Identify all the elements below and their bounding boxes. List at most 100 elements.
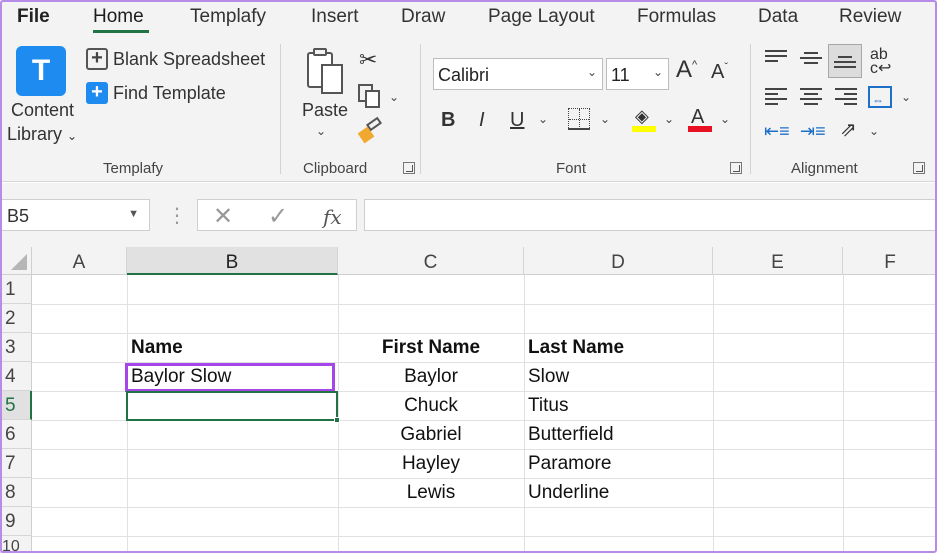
row-header-9[interactable]: 9 bbox=[0, 507, 32, 536]
templafy-group-label: Templafy bbox=[103, 160, 164, 177]
find-template-icon[interactable]: + bbox=[86, 82, 108, 104]
insert-function-icon[interactable]: fx bbox=[323, 205, 342, 229]
content-library-label-2[interactable]: Library ⌄ bbox=[7, 124, 77, 145]
top-align-icon[interactable] bbox=[765, 50, 787, 68]
column-header-e[interactable]: E bbox=[713, 247, 843, 275]
cell-d6[interactable]: Butterfield bbox=[528, 420, 614, 449]
cell-c5[interactable]: Chuck bbox=[338, 391, 524, 420]
blank-spreadsheet-icon[interactable]: + bbox=[86, 48, 108, 70]
grid-line bbox=[524, 275, 525, 553]
row-header-2[interactable]: 2 bbox=[0, 304, 32, 333]
increase-indent-icon[interactable]: ⇥≡ bbox=[800, 122, 826, 140]
templafy-logo-icon[interactable]: T bbox=[16, 46, 66, 96]
alignment-launcher-icon[interactable] bbox=[913, 162, 925, 174]
worksheet-grid[interactable]: A B C D E F 1 2 3 4 5 6 7 8 9 10 Name Ba… bbox=[0, 247, 937, 555]
bottom-align-button[interactable] bbox=[828, 44, 862, 78]
tab-formulas[interactable]: Formulas bbox=[637, 6, 716, 28]
paste-dropdown-icon[interactable]: ⌄ bbox=[316, 124, 326, 138]
decrease-indent-icon[interactable]: ⇤≡ bbox=[764, 122, 790, 140]
cell-c8[interactable]: Lewis bbox=[338, 478, 524, 507]
row-header-4[interactable]: 4 bbox=[0, 362, 32, 391]
cell-d7[interactable]: Paramore bbox=[528, 449, 611, 478]
cell-c6[interactable]: Gabriel bbox=[338, 420, 524, 449]
shrink-font-icon[interactable]: Aˇ bbox=[711, 62, 728, 82]
column-header-c[interactable]: C bbox=[338, 247, 524, 275]
bold-button[interactable]: B bbox=[441, 110, 455, 130]
borders-icon[interactable] bbox=[568, 108, 590, 130]
column-header-d[interactable]: D bbox=[524, 247, 713, 275]
row-header-1[interactable]: 1 bbox=[0, 275, 32, 304]
paste-button[interactable]: Paste bbox=[302, 100, 348, 121]
tab-file[interactable]: File bbox=[17, 6, 50, 28]
tab-review[interactable]: Review bbox=[839, 6, 901, 28]
italic-button[interactable]: I bbox=[479, 110, 485, 130]
underline-button[interactable]: U bbox=[510, 110, 524, 130]
orientation-dropdown-icon[interactable]: ⌄ bbox=[869, 124, 879, 138]
select-all-button[interactable] bbox=[0, 247, 32, 275]
grow-font-icon[interactable]: A^ bbox=[676, 58, 697, 82]
cut-icon[interactable]: ✂ bbox=[359, 49, 377, 71]
blank-spreadsheet-button[interactable]: Blank Spreadsheet bbox=[113, 49, 265, 70]
clipboard-launcher-icon[interactable] bbox=[403, 162, 415, 174]
find-template-button[interactable]: Find Template bbox=[113, 83, 226, 104]
orientation-icon[interactable]: ⇗ bbox=[840, 120, 857, 140]
tab-insert[interactable]: Insert bbox=[311, 6, 359, 28]
column-header-a[interactable]: A bbox=[32, 247, 127, 275]
tab-draw[interactable]: Draw bbox=[401, 6, 445, 28]
grid-line bbox=[32, 536, 937, 537]
grid-line bbox=[843, 275, 844, 553]
column-header-b[interactable]: B bbox=[127, 247, 338, 275]
alignment-group-label: Alignment bbox=[791, 160, 858, 177]
fill-color-icon[interactable]: ◈ bbox=[630, 106, 658, 134]
enter-icon[interactable]: ✓ bbox=[268, 202, 288, 231]
font-size-select[interactable]: 11 ⌄ bbox=[606, 58, 669, 90]
fill-color-dropdown-icon[interactable]: ⌄ bbox=[664, 112, 674, 126]
group-divider bbox=[420, 44, 421, 174]
cell-d3[interactable]: Last Name bbox=[528, 333, 624, 362]
active-cell-selection[interactable] bbox=[126, 391, 338, 421]
tab-data[interactable]: Data bbox=[758, 6, 798, 28]
underline-dropdown-icon[interactable]: ⌄ bbox=[538, 112, 548, 126]
wrap-text-icon[interactable]: ab c↩ bbox=[870, 47, 891, 77]
row-header-6[interactable]: 6 bbox=[0, 420, 32, 449]
font-launcher-icon[interactable] bbox=[730, 162, 742, 174]
grid-line bbox=[32, 304, 937, 305]
merge-dropdown-icon[interactable]: ⌄ bbox=[901, 90, 911, 104]
copy-icon[interactable] bbox=[358, 84, 382, 110]
middle-align-icon[interactable] bbox=[800, 52, 822, 70]
grid-line bbox=[713, 275, 714, 553]
tab-home[interactable]: Home bbox=[93, 6, 144, 28]
column-header-f[interactable]: F bbox=[843, 247, 937, 275]
format-painter-icon[interactable] bbox=[357, 116, 383, 144]
font-color-icon[interactable]: A bbox=[686, 106, 714, 134]
cell-c4[interactable]: Baylor bbox=[338, 362, 524, 391]
row-header-8[interactable]: 8 bbox=[0, 478, 32, 507]
name-box[interactable]: B5 ▼ bbox=[0, 199, 150, 231]
cell-d4[interactable]: Slow bbox=[528, 362, 569, 391]
align-center-icon[interactable] bbox=[800, 88, 822, 106]
merge-center-icon[interactable]: ⇔ bbox=[868, 86, 892, 108]
fill-handle[interactable] bbox=[334, 417, 340, 423]
align-left-icon[interactable] bbox=[765, 88, 787, 106]
row-header-10[interactable]: 10 bbox=[0, 536, 32, 555]
formula-bar-grip-icon[interactable]: ⋮ bbox=[167, 203, 187, 228]
copy-dropdown-icon[interactable]: ⌄ bbox=[389, 90, 399, 104]
cell-c7[interactable]: Hayley bbox=[338, 449, 524, 478]
tab-page-layout[interactable]: Page Layout bbox=[488, 6, 595, 28]
row-header-3[interactable]: 3 bbox=[0, 333, 32, 362]
cell-d5[interactable]: Titus bbox=[528, 391, 568, 420]
cancel-icon[interactable]: ✕ bbox=[213, 202, 233, 231]
paste-icon[interactable] bbox=[305, 48, 345, 96]
row-header-7[interactable]: 7 bbox=[0, 449, 32, 478]
borders-dropdown-icon[interactable]: ⌄ bbox=[600, 112, 610, 126]
content-library-label[interactable]: Content bbox=[11, 100, 74, 121]
cell-b3[interactable]: Name bbox=[131, 333, 183, 362]
font-name-select[interactable]: Calibri ⌄ bbox=[433, 58, 603, 90]
formula-input[interactable] bbox=[364, 199, 937, 231]
row-header-5[interactable]: 5 bbox=[0, 391, 32, 420]
cell-d8[interactable]: Underline bbox=[528, 478, 609, 507]
align-right-icon[interactable] bbox=[835, 88, 857, 106]
tab-templafy[interactable]: Templafy bbox=[190, 6, 266, 28]
cell-c3[interactable]: First Name bbox=[338, 333, 524, 362]
font-color-dropdown-icon[interactable]: ⌄ bbox=[720, 112, 730, 126]
